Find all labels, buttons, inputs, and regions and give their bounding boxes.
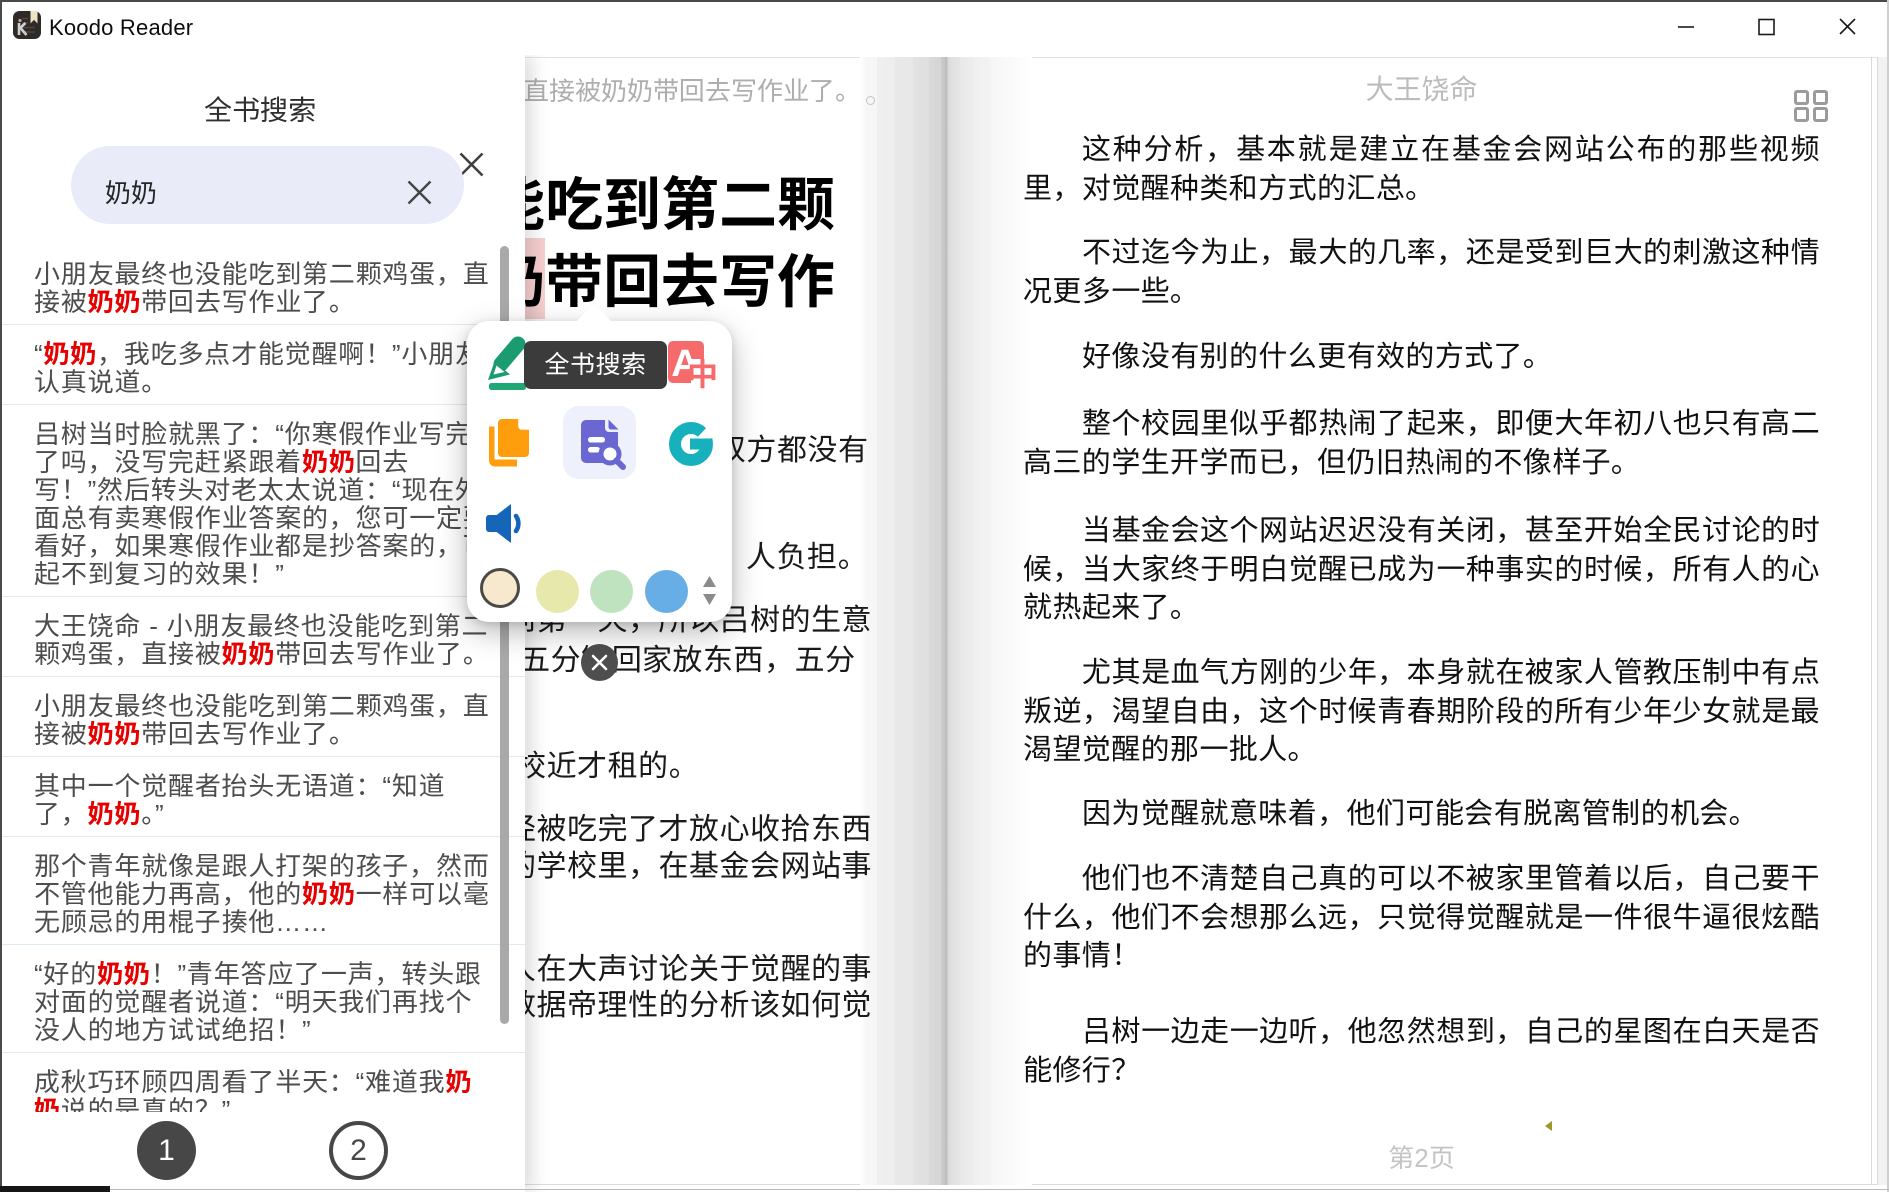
svg-text:中: 中 — [687, 350, 717, 392]
